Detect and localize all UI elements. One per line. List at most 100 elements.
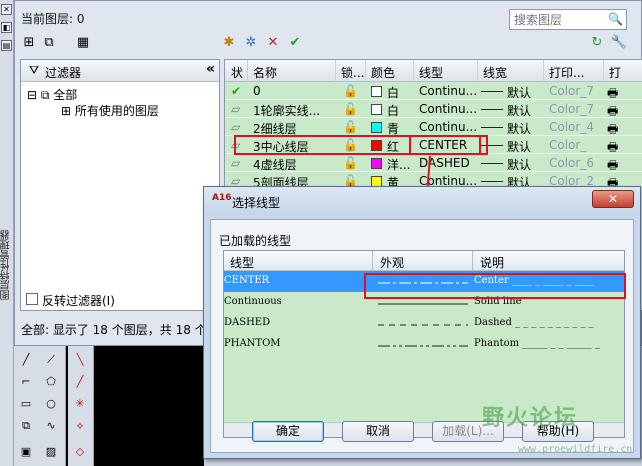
tree-expand-icon[interactable]: ⊟ — [27, 88, 37, 102]
linetype-name[interactable]: PHANTOM — [224, 338, 281, 349]
layer-lineweight[interactable]: 默认 — [507, 84, 531, 101]
hatch-tool-icon[interactable]: ▨ — [43, 444, 59, 460]
copy-tool-icon[interactable]: ⧉ — [18, 418, 34, 434]
linetype-name[interactable]: Continuous — [224, 296, 282, 307]
move-tool-icon[interactable]: ⟡ — [72, 418, 88, 434]
invert-filter[interactable]: 反转过滤器(I) — [20, 289, 220, 311]
layer-row[interactable]: ▱ 1轮廓实线... 🔓 白 Continu... 默认 Color_7 🖶 — [225, 100, 642, 118]
layer-states-manager-icon[interactable]: ▦ — [73, 33, 93, 53]
linetype-name[interactable]: CENTER — [224, 275, 269, 286]
color-name[interactable]: 洋... — [387, 156, 410, 173]
properties-icon[interactable]: ▤ — [1, 40, 12, 51]
lineweight-sample — [481, 109, 503, 110]
refresh-icon[interactable]: ↻ — [587, 33, 607, 53]
close-button[interactable]: ✕ — [592, 190, 634, 208]
unlock-icon[interactable]: 🔓 — [343, 84, 358, 98]
ok-button[interactable]: 确定 — [252, 421, 324, 442]
settings-wrench-icon[interactable]: 🔧 — [609, 33, 629, 53]
layer-name[interactable]: 0 — [253, 84, 261, 98]
layer-row[interactable]: ▱ 2细线层 🔓 青 Continu... 默认 Color_4 🖶 — [225, 118, 642, 136]
palette-title: 图层特性管理器 — [1, 230, 12, 300]
color-swatch[interactable] — [371, 104, 382, 115]
dim-aligned-icon[interactable]: ╱ — [72, 374, 88, 390]
new-group-filter-icon[interactable]: ⧉ — [39, 33, 59, 53]
dim-linear-icon[interactable]: ╲ — [72, 352, 88, 368]
linetype-row[interactable]: PHANTOM Phantom _____ _ _ _____ _ — [224, 334, 624, 355]
rectangle-tool-icon[interactable]: ▭ — [18, 396, 34, 412]
tree-node-all[interactable]: ⊟ ⧉ 全部 — [27, 86, 77, 103]
layer-name[interactable]: 4虚线层 — [253, 156, 297, 173]
polygon-tool-icon[interactable]: ⬠ — [43, 374, 59, 390]
plot-style[interactable]: Color_4 — [549, 120, 594, 134]
circle-tool-icon[interactable]: ○ — [43, 396, 59, 412]
unlock-icon[interactable]: 🔓 — [343, 102, 358, 116]
layer-name[interactable]: 1轮廓实线... — [253, 102, 320, 119]
current-layer-check-icon: ✔ — [231, 84, 242, 98]
line-tool-icon[interactable]: ╱ — [18, 352, 34, 368]
new-property-filter-icon[interactable]: ⊞ — [19, 33, 39, 53]
col-appearance-header[interactable]: 外观 — [380, 254, 404, 271]
col-color[interactable]: 颜色 — [371, 64, 395, 81]
color-swatch[interactable] — [371, 122, 382, 133]
col-lock[interactable]: 锁... — [341, 64, 364, 81]
rotate-tool-icon[interactable]: ◇ — [72, 444, 88, 460]
col-plot[interactable]: 打 — [609, 64, 621, 81]
layer-linetype[interactable]: Continu... — [419, 84, 477, 98]
unlock-icon[interactable]: 🔓 — [343, 120, 358, 134]
col-linetype-header[interactable]: 线型 — [230, 254, 254, 271]
spline-tool-icon[interactable]: ∿ — [43, 418, 59, 434]
search-input[interactable] — [510, 10, 606, 29]
layer-lineweight[interactable]: 默认 — [507, 138, 531, 155]
lineweight-sample — [481, 127, 503, 128]
palette-strip: ✕ ◧ ▤ 图层特性管理器 — [0, 0, 14, 466]
invert-filter-checkbox[interactable] — [26, 293, 38, 305]
manager-topbar: 当前图层: 0 🔍 — [15, 1, 642, 31]
search-layers[interactable]: 🔍 — [509, 9, 627, 30]
linetype-appearance — [378, 303, 468, 305]
new-layer-vp-frozen-icon[interactable]: ✲ — [241, 33, 261, 53]
arc-tool-icon[interactable]: ⟋ — [43, 352, 59, 368]
plot-style[interactable]: Color_7 — [549, 84, 594, 98]
color-name[interactable]: 白 — [387, 102, 399, 119]
layer-lineweight[interactable]: 默认 — [507, 120, 531, 137]
set-current-icon[interactable]: ✔ — [285, 33, 305, 53]
layer-status-icon: ▱ — [231, 156, 241, 170]
new-layer-icon[interactable]: ✱ — [219, 33, 239, 53]
color-name[interactable]: 白 — [387, 84, 399, 101]
plot-style[interactable]: Color_6 — [549, 156, 594, 170]
col-status[interactable]: 状 — [231, 64, 243, 81]
plot-style[interactable]: Color_ — [549, 138, 586, 152]
col-name[interactable]: 名称 — [253, 64, 277, 81]
color-swatch[interactable] — [371, 86, 382, 97]
color-swatch[interactable] — [371, 158, 382, 169]
col-plot-style[interactable]: 打印... — [549, 64, 584, 81]
plot-style[interactable]: Color_7 — [549, 102, 594, 116]
layer-linetype[interactable]: Continu... — [419, 102, 477, 116]
unlock-icon[interactable]: 🔓 — [343, 156, 358, 170]
close-palette-icon[interactable]: ✕ — [1, 4, 12, 15]
delete-layer-icon[interactable]: ✕ — [263, 33, 283, 53]
autohide-icon[interactable]: ◧ — [1, 22, 12, 33]
current-layer-label: 当前图层: 0 — [21, 12, 85, 26]
layer-lineweight[interactable]: 默认 — [507, 102, 531, 119]
linetype-row[interactable]: DASHED Dashed _ _ _ _ _ _ _ _ _ _ — [224, 313, 624, 334]
drawing-area[interactable]: ╱ ⌐ ▭ ⧉ ▣ ⟋ ⬠ ○ ∿ ▨ ╲ ╱ ✳ ⟡ ◇ — [14, 346, 204, 466]
layer-linetype[interactable]: Continu... — [419, 120, 477, 134]
tree-node-all-used[interactable]: ⊞ 所有使用的图层 — [61, 102, 159, 119]
col-linetype[interactable]: 线型 — [419, 64, 443, 81]
collapse-icon[interactable]: « — [206, 61, 215, 77]
col-lineweight[interactable]: 线宽 — [483, 64, 507, 81]
dialog-titlebar[interactable]: A16 选择线型 ✕ — [204, 187, 640, 215]
filter-header-label: 过滤器 — [45, 66, 82, 80]
layer-lineweight[interactable]: 默认 — [507, 156, 531, 173]
explode-tool-icon[interactable]: ✳ — [72, 396, 88, 412]
polyline-tool-icon[interactable]: ⌐ — [18, 374, 34, 390]
layer-status-icon: ▱ — [231, 102, 241, 116]
col-description-header[interactable]: 说明 — [480, 254, 504, 271]
search-icon[interactable]: 🔍 — [608, 12, 623, 26]
linetype-name[interactable]: DASHED — [224, 317, 270, 328]
filter-tree-pane: ⛛ 过滤器 « ⊟ ⧉ 全部 ⊞ 所有使用的图层 — [20, 59, 220, 311]
cancel-button[interactable]: 取消 — [342, 421, 414, 442]
layer-row[interactable]: ✔ 0 🔓 白 Continu... 默认 Color_7 🖶 — [225, 82, 642, 100]
block-tool-icon[interactable]: ▣ — [18, 444, 34, 460]
